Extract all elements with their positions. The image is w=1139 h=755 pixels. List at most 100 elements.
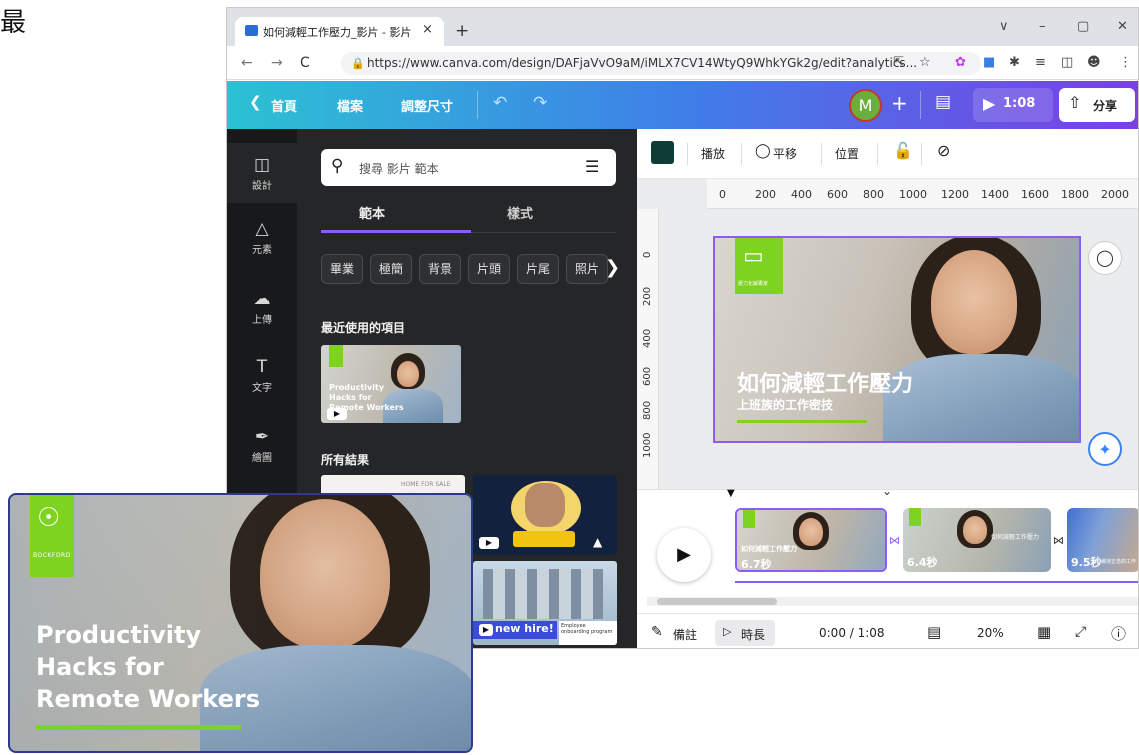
analytics-icon[interactable]: ▤ [935,92,951,112]
zoom-level[interactable]: 20% [977,626,1004,640]
position-button[interactable]: 位置 [835,145,859,162]
extension-icon[interactable]: ✿ [955,55,966,70]
star-icon[interactable]: ☆ [919,55,931,70]
student-figure [525,483,565,527]
ruler-tick: 200 [642,286,653,306]
ruler-tick: 0 [642,251,653,258]
add-collaborator-button[interactable]: + [891,91,908,115]
color-extension-icon[interactable]: ■ [983,55,995,70]
browser-tab[interactable]: 如何減輕工作壓力_影片 - 影片 × [235,17,444,46]
color-swatch[interactable] [651,141,674,164]
new-tab-button[interactable]: + [455,21,469,41]
scrollbar-thumb[interactable] [657,598,777,605]
timeline-clip[interactable]: 如何減輕工作壓力 6.4秒 [903,508,1051,572]
transition-icon[interactable]: ⋈ [1053,534,1064,547]
elements-icon: △ [255,219,269,239]
avatar[interactable]: M [849,89,882,122]
thumb-logo [329,345,343,367]
chevron-right-icon[interactable]: ❯ [605,257,620,278]
playhead-marker[interactable]: ▼ [727,488,735,499]
comment-icon[interactable]: ◯ [1088,241,1122,275]
minimize-button[interactable]: – [1039,19,1046,34]
grid-view-icon[interactable]: ▦ [1037,623,1051,641]
share-icon[interactable]: ⇱ [893,55,904,70]
pan-icon: ◯ [755,143,771,159]
result-thumb-graduation[interactable]: ▶ ▲ [473,475,617,555]
magic-sparkle-icon[interactable]: ✦ [1088,432,1122,466]
home-sale-text: HOME FOR SALE [401,481,451,488]
rail-label: 設計 [252,181,272,192]
rail-text[interactable]: T 文字 [227,357,297,394]
ruler-tick: 1200 [941,188,969,201]
fullscreen-icon[interactable]: ⤢ [1075,624,1086,640]
template-preview-card[interactable]: ☉ BOCKFORD Productivity Hacks for Remote… [8,493,473,753]
resize-menu[interactable]: 調整尺寸 [401,96,453,115]
chevron-down-icon[interactable]: ⌄ [882,484,892,498]
maximize-button[interactable]: ▢ [1077,19,1089,34]
home-link[interactable]: 首頁 [271,96,297,115]
result-thumb-new-hire[interactable]: new hire! ▶ Employee onboarding program [473,561,617,645]
chip-intro[interactable]: 片頭 [468,254,510,284]
tab-search-icon[interactable]: ∨ [999,19,1009,34]
lock-icon[interactable]: 🔓 [893,141,913,160]
timeline-clip[interactable]: 9.5秒 維持正念的工作 [1067,508,1138,572]
file-menu[interactable]: 檔案 [337,96,363,115]
tab-close-icon[interactable]: × [422,22,433,37]
forward-icon[interactable]: → [271,55,283,71]
chip-outro[interactable]: 片尾 [517,254,559,284]
clip-duration: 9.5秒 [1071,556,1102,569]
design-title: 如何減輕工作壓力 [737,372,914,397]
new-hire-text: new hire! [495,622,554,635]
recent-template-thumb[interactable]: Productivity Hacks for Remote Workers ▶ [321,345,461,423]
chip-photo[interactable]: 照片 [566,254,608,284]
url-field[interactable]: 🔒 https://www.canva.com/design/DAFjaVvO9… [341,52,981,75]
tab-title: 如何減輕工作壓力_影片 - 影片 [263,26,412,39]
rail-label: 元素 [252,245,272,256]
filter-icon[interactable]: ☰ [585,157,599,176]
transition-icon[interactable]: ⋈ [889,534,900,547]
timeline-play-button[interactable]: ▶ [657,528,711,582]
redo-icon[interactable]: ↷ [533,93,547,113]
rail-elements[interactable]: △ 元素 [227,219,297,256]
video-play-icon: ▶ [479,537,499,549]
pan-button[interactable]: 平移 [773,145,797,162]
timeline-clip[interactable]: 如何減輕工作壓力 6.7秒 [735,508,887,572]
timeline-scrollbar[interactable] [647,597,1138,606]
rail-draw[interactable]: ✒ 繪圖 [227,427,297,464]
queue-icon[interactable]: ≡ [1035,55,1046,70]
notes-button[interactable]: 備註 [673,626,697,643]
help-icon[interactable]: ⓘ [1111,623,1126,644]
puzzle-icon[interactable]: ✱ [1009,55,1020,70]
recent-heading: 最近使用的項目 [321,321,406,335]
ruler-tick: 1400 [981,188,1009,201]
chip-graduation[interactable]: 畢業 [321,254,363,284]
chip-background[interactable]: 背景 [419,254,461,284]
ruler-tick: 800 [642,400,653,420]
tab-templates[interactable]: 範本 [359,203,385,222]
sidepanel-icon[interactable]: ◫ [1061,55,1073,70]
stray-character: 最 [0,8,27,38]
template-search-input[interactable]: ⚲ 搜尋 影片 範本 ☰ [321,149,616,186]
close-window-button[interactable]: ✕ [1117,19,1128,34]
tab-styles[interactable]: 樣式 [507,203,533,222]
share-button[interactable]: ⇧ 分享 [1059,88,1135,122]
present-button[interactable]: ▶ 1:08 [973,88,1053,122]
reload-icon[interactable]: C [300,55,310,71]
clip-face [963,516,987,544]
chip-minimal[interactable]: 極簡 [370,254,412,284]
design-canvas[interactable]: ▭ 壓力化解專家 如何減輕工作壓力 上班族的工作密技 [713,236,1081,443]
rail-upload[interactable]: ☁ 上傳 [227,289,297,326]
page-view-icon[interactable]: ▤ [927,623,941,641]
woman-face [931,250,1017,354]
play-button[interactable]: 播放 [701,145,725,162]
mute-icon[interactable]: ⊘ [937,141,950,160]
back-chevron-icon[interactable]: ❮ [249,93,262,111]
share-label: 分享 [1093,99,1118,113]
rail-design[interactable]: ◫ 設計 [227,143,297,203]
rail-label: 上傳 [252,315,272,326]
back-icon[interactable]: ← [241,55,253,71]
profile-icon[interactable]: ☻ [1087,55,1101,70]
undo-icon[interactable]: ↶ [493,93,507,113]
people-photo [483,569,603,619]
menu-icon[interactable]: ⋮ [1119,55,1132,70]
